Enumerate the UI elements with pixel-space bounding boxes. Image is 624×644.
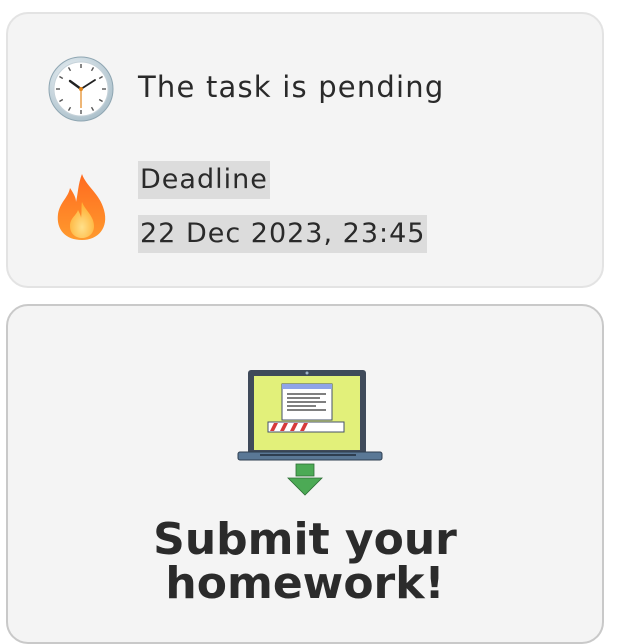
submit-homework-card[interactable]: Submit your homework! [6,304,604,644]
fire-icon [54,172,110,246]
task-status-card: The task is pending Deadline 22 Dec 2023… [6,12,604,288]
task-status-text: The task is pending [138,70,445,104]
laptop-upload-icon [230,368,386,502]
deadline-date: 22 Dec 2023, 23:45 [138,215,428,253]
clock-icon [48,56,114,126]
deadline-label: Deadline [138,161,270,199]
submit-homework-title: Submit your homework! [153,514,457,609]
